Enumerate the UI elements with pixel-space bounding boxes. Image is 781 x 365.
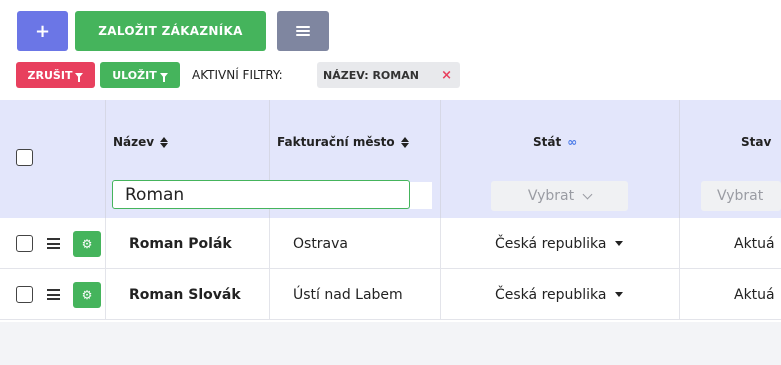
row-status: Aktuá: [734, 235, 775, 252]
row-menu-icon[interactable]: [47, 289, 60, 300]
row-settings-icon[interactable]: ⚙: [73, 282, 101, 308]
column-divider: [269, 269, 270, 320]
add-button[interactable]: +: [17, 11, 68, 51]
column-divider: [679, 269, 680, 320]
column-divider: [105, 218, 106, 269]
column-divider: [105, 100, 106, 218]
save-filters-button[interactable]: ULOŽIT: [100, 62, 180, 88]
active-filters-label: AKTIVNÍ FILTRY:: [192, 68, 283, 82]
customers-table: Název Fakturační město Stát ∞ Stav Roman…: [0, 100, 781, 322]
table-row[interactable]: ⚙ Roman Slovák Ústí nad Labem Česká repu…: [0, 269, 781, 320]
column-header-city[interactable]: Fakturační město: [277, 135, 409, 149]
remove-filter-icon[interactable]: ×: [441, 68, 452, 83]
cancel-filters-label: ZRUŠIT: [27, 68, 73, 82]
column-divider: [440, 218, 441, 269]
column-header-country[interactable]: Stát ∞: [533, 135, 577, 149]
select-all-checkbox[interactable]: [16, 149, 33, 166]
row-country-label: Česká republika: [495, 286, 607, 303]
status-filter-placeholder: Vybrat: [717, 188, 764, 204]
column-divider: [440, 269, 441, 320]
row-country-label: Česká republika: [495, 235, 607, 252]
column-header-status[interactable]: Stav: [741, 135, 771, 149]
column-header-name[interactable]: Název: [113, 135, 169, 149]
active-filter-text: NÁZEV: ROMAN: [323, 68, 419, 82]
column-divider: [679, 100, 680, 218]
sort-icon: [400, 136, 409, 148]
caret-down-icon: [614, 292, 623, 297]
name-filter-input[interactable]: Roman: [112, 180, 410, 209]
row-city: Ústí nad Labem: [293, 286, 403, 303]
row-checkbox[interactable]: [16, 235, 33, 252]
row-country[interactable]: Česká republika: [495, 218, 623, 269]
toolbar: + ZALOŽIT ZÁKAZNÍKA ZRUŠIT ULOŽIT AKTIVN…: [0, 0, 781, 100]
column-divider: [105, 269, 106, 320]
table-header: Název Fakturační město Stát ∞ Stav Roman…: [0, 100, 781, 218]
menu-icon: [296, 26, 310, 36]
column-header-country-label: Stát: [533, 135, 562, 149]
country-filter-select[interactable]: Vybrat: [491, 181, 628, 211]
column-header-name-label: Název: [113, 135, 155, 149]
column-header-status-label: Stav: [741, 135, 772, 149]
column-divider: [440, 100, 441, 218]
chevron-down-icon: [582, 189, 593, 199]
column-divider: [679, 218, 680, 269]
save-filters-label: ULOŽIT: [112, 68, 157, 82]
row-name[interactable]: Roman Slovák: [129, 269, 241, 320]
row-name[interactable]: Roman Polák: [129, 218, 232, 269]
column-divider: [269, 218, 270, 269]
column-header-city-label: Fakturační město: [277, 135, 395, 149]
cancel-filters-button[interactable]: ZRUŠIT: [16, 62, 95, 88]
row-menu-icon[interactable]: [47, 238, 60, 249]
row-settings-icon[interactable]: ⚙: [73, 231, 101, 257]
link-icon: ∞: [567, 135, 578, 149]
active-filter-chip: NÁZEV: ROMAN ×: [317, 62, 460, 88]
row-status: Aktuá: [734, 286, 775, 303]
status-filter-select[interactable]: Vybrat: [701, 181, 781, 211]
row-country[interactable]: Česká republika: [495, 269, 623, 320]
menu-button[interactable]: [277, 11, 329, 51]
name-filter-input-end: [410, 182, 432, 209]
table-row[interactable]: ⚙ Roman Polák Ostrava Česká republika Ak…: [0, 218, 781, 269]
row-checkbox[interactable]: [16, 286, 33, 303]
country-filter-placeholder: Vybrat: [527, 188, 575, 204]
row-city: Ostrava: [293, 235, 349, 252]
filter-icon: [75, 72, 84, 82]
filter-icon: [159, 72, 168, 82]
sort-icon: [160, 136, 169, 148]
caret-down-icon: [614, 241, 623, 246]
create-customer-button[interactable]: ZALOŽIT ZÁKAZNÍKA: [75, 11, 266, 51]
